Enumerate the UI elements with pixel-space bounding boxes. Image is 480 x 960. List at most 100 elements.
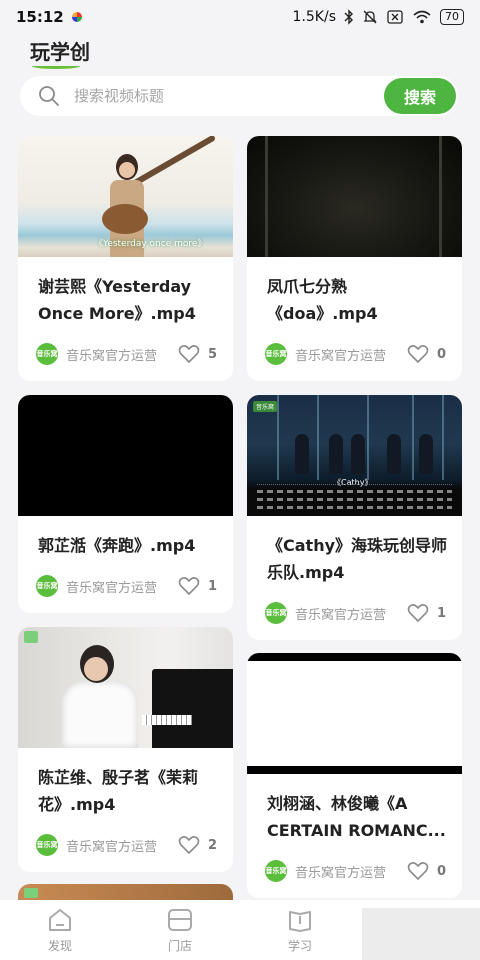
no-sim-icon (387, 10, 403, 24)
video-card[interactable]: 《Yesterday once more》 谢芸熙《Yesterday Once… (18, 136, 233, 381)
search-bar: 搜索 (20, 76, 458, 116)
heart-icon[interactable] (407, 861, 429, 881)
video-title[interactable]: 郭芷湉《奔跑》.mp4 (18, 516, 233, 559)
video-meta: 音乐窝 音乐窝官方运营 0 (247, 844, 462, 898)
app-title: 玩学创 (30, 36, 90, 69)
like-control[interactable]: 2 (178, 835, 217, 855)
band-member (329, 434, 343, 474)
author-name[interactable]: 音乐窝官方运营 (295, 345, 386, 364)
author-avatar[interactable]: 音乐窝 (265, 343, 287, 365)
video-card[interactable]: 郭芷湉《奔跑》.mp4 音乐窝 音乐窝官方运营 1 (18, 395, 233, 613)
heart-icon[interactable] (407, 344, 429, 364)
bluetooth-icon (344, 9, 353, 25)
stage-light (317, 395, 319, 480)
video-thumbnail[interactable] (18, 627, 233, 748)
like-count: 0 (436, 863, 446, 879)
credits-block (257, 484, 452, 510)
video-title[interactable]: 刘栩涵、林俊曦《A CERTAIN ROMANC... (247, 774, 462, 844)
band-member (351, 434, 365, 474)
video-title[interactable]: 陈芷维、殷子茗《茉莉花》.mp4 (18, 748, 233, 818)
thumbnail-caption: 《Yesterday once more》 (94, 239, 207, 249)
video-meta: 音乐窝 音乐窝官方运营 2 (18, 818, 233, 872)
thumbnail-logo-icon (24, 888, 38, 898)
author-avatar[interactable]: 音乐窝 (36, 834, 58, 856)
tab-learn[interactable]: 学习 (240, 900, 360, 960)
tab-label: 发现 (47, 939, 72, 953)
author-name[interactable]: 音乐窝官方运营 (66, 836, 157, 855)
like-control[interactable]: 0 (407, 344, 446, 364)
corner-overlay (362, 908, 480, 960)
girl-dress (62, 681, 138, 748)
network-speed: 1.5K/s (292, 9, 336, 25)
app-title-text: 玩学创 (30, 40, 90, 64)
video-card[interactable]: 陈芷维、殷子茗《茉莉花》.mp4 音乐窝 音乐窝官方运营 2 (18, 627, 233, 872)
piano-keys (142, 715, 192, 725)
like-count: 2 (207, 837, 217, 853)
like-control[interactable]: 1 (407, 603, 446, 623)
band-member (295, 434, 309, 474)
video-meta: 音乐窝 音乐窝官方运营 1 (247, 586, 462, 640)
like-count: 1 (207, 578, 217, 594)
tab-label: 学习 (287, 939, 312, 953)
status-time: 15:12 (16, 8, 64, 26)
curtain-left (265, 136, 268, 257)
heart-icon[interactable] (178, 576, 200, 596)
search-button[interactable]: 搜索 (384, 78, 456, 114)
heart-icon[interactable] (178, 344, 200, 364)
band-member (387, 434, 401, 474)
thumbnail-logo: 音乐窝 (253, 401, 278, 412)
video-meta: 音乐窝 音乐窝官方运营 1 (18, 559, 233, 613)
author-name[interactable]: 音乐窝官方运营 (295, 862, 386, 881)
video-title[interactable]: 凤爪七分熟《doa》.mp4 (247, 257, 462, 327)
video-thumbnail[interactable]: 《Yesterday once more》 (18, 136, 233, 257)
video-meta: 音乐窝 音乐窝官方运营 5 (18, 327, 233, 381)
like-count: 5 (207, 346, 217, 362)
author-avatar[interactable]: 音乐窝 (36, 343, 58, 365)
author-name[interactable]: 音乐窝官方运营 (66, 345, 157, 364)
tab-discover[interactable]: 发现 (0, 900, 120, 960)
stage-light (412, 395, 414, 480)
like-control[interactable]: 0 (407, 861, 446, 881)
video-title[interactable]: 《Cathy》海珠玩创导师乐队.mp4 (247, 516, 462, 586)
like-control[interactable]: 5 (178, 344, 217, 364)
like-control[interactable]: 1 (178, 576, 217, 596)
book-icon[interactable] (286, 906, 314, 934)
author-name[interactable]: 音乐窝官方运营 (295, 604, 386, 623)
video-meta: 音乐窝 音乐窝官方运营 0 (247, 327, 462, 381)
app-notification-icon (71, 12, 82, 22)
tab-label: 门店 (167, 939, 192, 953)
search-icon (39, 86, 59, 106)
video-card[interactable]: 凤爪七分熟《doa》.mp4 音乐窝 音乐窝官方运营 0 (247, 136, 462, 381)
video-title[interactable]: 谢芸熙《Yesterday Once More》.mp4 (18, 257, 233, 327)
like-count: 0 (436, 346, 446, 362)
girl-face (84, 657, 108, 681)
video-thumbnail[interactable] (247, 653, 462, 774)
title-swoosh-decoration (32, 63, 80, 69)
ukulele-body (102, 204, 148, 234)
search-input[interactable] (74, 87, 364, 105)
video-thumbnail[interactable] (18, 395, 233, 516)
like-count: 1 (436, 605, 446, 621)
stage-light (367, 395, 369, 480)
author-avatar[interactable]: 音乐窝 (265, 860, 287, 882)
video-card[interactable]: 音乐窝 《Cathy》 《Cathy》海珠玩创导师乐队.mp4 音乐窝 音乐窝官… (247, 395, 462, 640)
heart-icon[interactable] (407, 603, 429, 623)
wifi-icon (413, 10, 431, 24)
author-name[interactable]: 音乐窝官方运营 (66, 577, 157, 596)
tab-store[interactable]: 门店 (120, 900, 240, 960)
home-icon[interactable] (46, 906, 74, 934)
band-member (419, 434, 433, 474)
video-thumbnail[interactable]: 音乐窝 《Cathy》 (247, 395, 462, 516)
stage-light (277, 395, 279, 480)
stage-light (442, 395, 444, 480)
author-avatar[interactable]: 音乐窝 (265, 602, 287, 624)
status-right: 1.5K/s 70 (293, 9, 464, 25)
video-thumbnail[interactable] (247, 136, 462, 257)
store-icon[interactable] (166, 906, 194, 934)
curtain-right (439, 136, 442, 257)
mute-bell-icon (363, 10, 377, 24)
heart-icon[interactable] (178, 835, 200, 855)
thumbnail-logo-icon (24, 631, 38, 643)
author-avatar[interactable]: 音乐窝 (36, 575, 58, 597)
video-card[interactable]: 刘栩涵、林俊曦《A CERTAIN ROMANC... 音乐窝 音乐窝官方运营 … (247, 653, 462, 898)
